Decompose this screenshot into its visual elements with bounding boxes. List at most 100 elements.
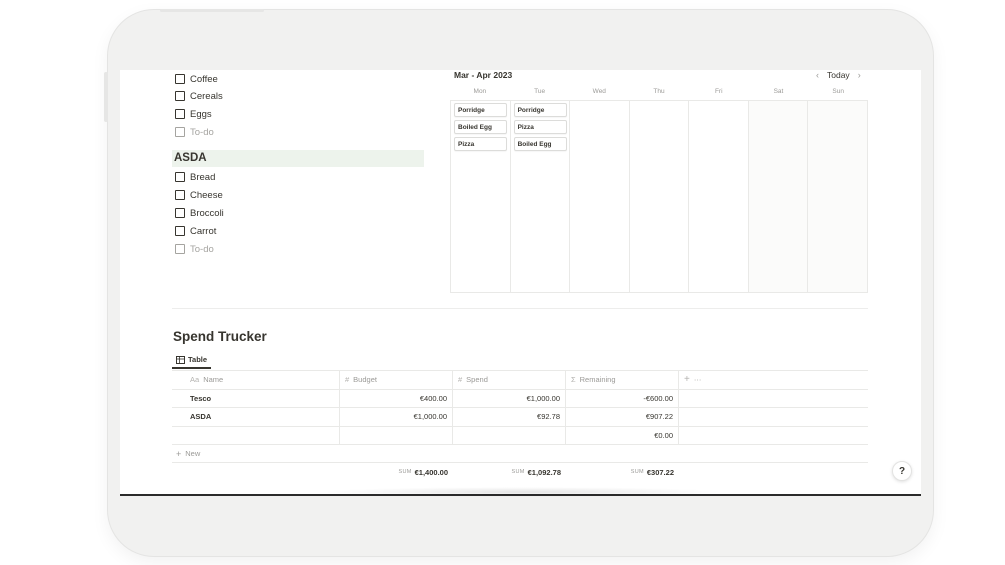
calc-cell-empty (679, 463, 868, 481)
calendar-month-title: Mar - Apr 2023 (454, 70, 513, 80)
todo-label: Broccoli (190, 207, 224, 219)
checkbox[interactable] (175, 109, 185, 119)
calendar-card[interactable]: Boiled Egg (513, 137, 567, 151)
cell-remaining[interactable]: €0.00 (566, 426, 679, 444)
todo-label: Coffee (190, 73, 218, 85)
calendar-card[interactable]: Pizza (513, 120, 567, 134)
day-header: Fri (714, 88, 723, 95)
column-label: Remaining (579, 375, 616, 385)
day-header: Sun (832, 88, 844, 95)
calc-label: SUM (630, 469, 644, 475)
divider (172, 308, 868, 309)
cell-empty (679, 390, 868, 408)
cell-spend[interactable] (453, 426, 566, 444)
calendar-day-fri[interactable] (689, 101, 749, 292)
spend-table: Aa Name # Budget # Spend Σ Remaining + ⋯… (172, 370, 868, 481)
checkbox[interactable] (175, 190, 185, 200)
calendar-day-wed[interactable] (570, 101, 630, 292)
calc-value: €1,400.00 (414, 467, 448, 477)
today-button[interactable]: Today (827, 70, 850, 80)
checkbox[interactable] (175, 244, 185, 254)
table-row[interactable]: Tesco €400.00 €1,000.00 -€600.00 (172, 389, 868, 408)
todo-item[interactable]: Cheese (175, 186, 223, 204)
column-label: Spend (466, 375, 488, 385)
calendar-day-headers: Mon Tue Wed Thu Fri Sat Sun (450, 88, 868, 98)
device-side-button (104, 72, 108, 122)
calendar-day-tue[interactable]: Porridge Pizza Boiled Egg (511, 101, 571, 292)
number-property-icon: # (345, 375, 350, 385)
cell-remaining[interactable]: -€600.00 (566, 389, 679, 407)
todo-item[interactable]: Coffee (175, 70, 218, 88)
calendar-card[interactable]: Porridge (513, 103, 567, 117)
column-actions: + ⋯ (679, 371, 868, 389)
checkbox[interactable] (175, 74, 185, 84)
new-row-button[interactable]: + New (172, 445, 868, 463)
cell-budget[interactable]: €400.00 (340, 389, 453, 407)
add-property-icon[interactable]: + (684, 374, 690, 385)
cell-spend[interactable]: €1,000.00 (453, 389, 566, 407)
todo-item[interactable]: Broccoli (175, 204, 224, 222)
todo-item[interactable]: Cereals (175, 87, 223, 105)
calc-cell-budget[interactable]: SUM €1,400.00 (340, 463, 453, 481)
todo-item[interactable]: Carrot (175, 222, 216, 240)
todo-label: Cheese (190, 189, 223, 201)
more-options-icon[interactable]: ⋯ (694, 375, 702, 384)
number-property-icon: # (458, 375, 463, 385)
column-header-budget[interactable]: # Budget (340, 371, 453, 389)
calendar-card[interactable]: Porridge (454, 103, 507, 117)
checkbox[interactable] (175, 172, 185, 182)
calendar-day-sat[interactable] (748, 101, 809, 292)
column-header-name[interactable]: Aa Name (172, 371, 340, 389)
device-highlight (160, 9, 264, 12)
section-heading-asda[interactable]: ASDA (172, 150, 424, 167)
table-row[interactable]: €0.00 (172, 426, 868, 445)
cell-name[interactable] (172, 426, 340, 444)
cell-name[interactable]: Tesco (172, 389, 340, 407)
help-button[interactable]: ? (892, 461, 912, 481)
view-tab-table[interactable]: Table (172, 352, 212, 369)
calc-cell-remaining[interactable]: SUM €307.22 (566, 463, 679, 481)
checkbox[interactable] (175, 91, 185, 101)
chevron-right-icon[interactable]: › (858, 70, 861, 80)
todo-label: Carrot (190, 225, 217, 237)
formula-property-icon: Σ (571, 375, 576, 385)
cell-spend[interactable]: €92.78 (453, 408, 566, 426)
calendar-day-mon[interactable]: Porridge Boiled Egg Pizza (451, 101, 511, 292)
table-row[interactable]: ASDA €1,000.00 €92.78 €907.22 (172, 408, 868, 427)
cell-remaining[interactable]: €907.22 (566, 408, 679, 426)
checkbox[interactable] (175, 208, 185, 218)
day-header: Wed (592, 88, 606, 95)
calculation-row: SUM €1,400.00 SUM €1,092.78 SUM €307.22 (172, 463, 868, 481)
column-header-spend[interactable]: # Spend (453, 371, 566, 389)
calendar-card[interactable]: Boiled Egg (454, 120, 507, 134)
calc-cell-empty (172, 463, 340, 481)
notion-page: Coffee Cereals Eggs To-do ASDA Bread Che… (120, 70, 921, 496)
checkbox[interactable] (175, 226, 185, 236)
day-header: Sat (773, 88, 784, 95)
view-tab-label: Table (188, 355, 208, 364)
todo-label: Bread (190, 171, 216, 183)
column-header-remaining[interactable]: Σ Remaining (566, 371, 679, 389)
column-label: Name (203, 375, 224, 385)
calendar-day-sun[interactable] (808, 101, 868, 292)
todo-label: Eggs (190, 108, 212, 120)
cell-budget[interactable] (340, 426, 453, 444)
cell-name[interactable]: ASDA (172, 408, 340, 426)
todo-item[interactable]: Eggs (175, 105, 212, 123)
todo-placeholder[interactable]: To-do (175, 123, 214, 141)
calendar-card[interactable]: Pizza (454, 137, 507, 151)
text-property-icon: Aa (190, 375, 200, 385)
checkbox[interactable] (175, 127, 185, 137)
todo-item[interactable]: Bread (175, 168, 215, 186)
calc-label: SUM (398, 469, 412, 475)
cell-budget[interactable]: €1,000.00 (340, 408, 453, 426)
cell-empty (679, 408, 868, 426)
calendar-day-thu[interactable] (630, 101, 690, 292)
chevron-left-icon[interactable]: ‹ (816, 70, 819, 80)
calc-cell-spend[interactable]: SUM €1,092.78 (453, 463, 566, 481)
table-icon (176, 355, 185, 364)
todo-placeholder[interactable]: To-do (175, 240, 214, 258)
section-title-spend: Spend Trucker (173, 329, 267, 344)
calc-value: €1,092.78 (527, 467, 561, 477)
device-bottom-shadow (320, 487, 725, 497)
